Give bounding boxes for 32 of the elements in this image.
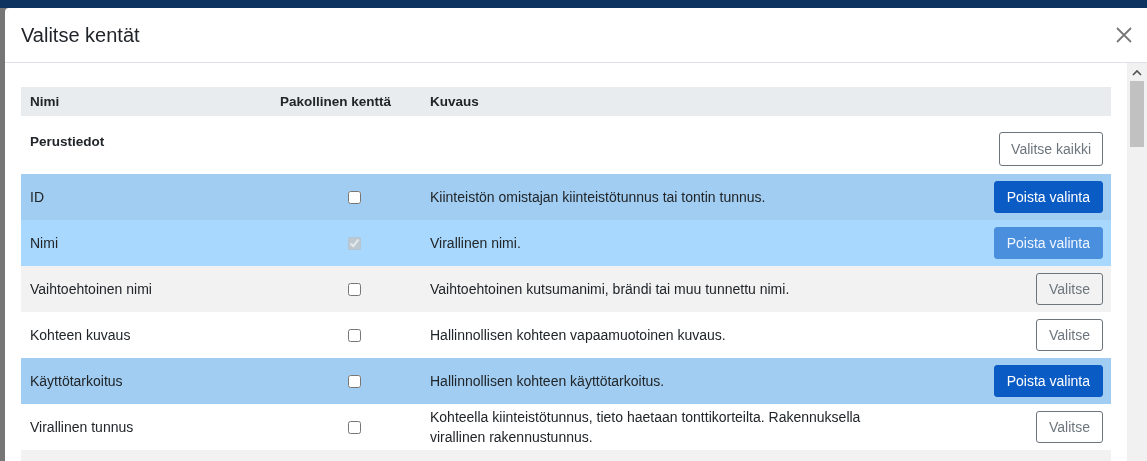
section-title: Perustiedot — [30, 134, 105, 149]
toggle-select-button[interactable]: Valitse — [1036, 319, 1103, 351]
checkbox[interactable] — [347, 190, 361, 204]
table-cell-text: Virallinen nimi. — [430, 234, 522, 253]
table-cell-text: Vaihtoehtoinen nimi — [30, 280, 153, 299]
table-cell-text: Hallinnollisen kohteen käyttötarkoitus. — [430, 372, 666, 391]
dialog-title: Valitse kentät — [21, 23, 140, 47]
toggle-select-button[interactable]: Valitse — [1036, 273, 1103, 305]
table-cell-text: Kiinteistön omistajan kiinteistötunnus tai tontin tunnus. — [430, 188, 767, 207]
column-header: Kuvaus — [430, 94, 480, 109]
close-icon[interactable] — [1115, 26, 1133, 44]
checkbox[interactable] — [347, 328, 361, 342]
table-cell-text: Kohteen kuvaus — [30, 326, 132, 345]
table-cell-text: Kohteella kiinteistötunnus, tieto haetaan tonttikorteilta. Rakennuksella virallinen rakennustunnus. — [430, 408, 862, 447]
checkbox[interactable] — [347, 282, 361, 296]
table-cell-text: Vaihtoehtoinen kutsumanimi, brändi tai muu tunnettu nimi. — [430, 280, 791, 299]
table-cell-text: Nimi — [30, 234, 59, 253]
table-cell-text: Virallinen tunnus — [30, 418, 135, 437]
toggle-select-button[interactable]: Poista valinta — [993, 365, 1103, 397]
select-all-button[interactable]: Valitse kaikki — [999, 132, 1103, 166]
table-cell-text: ID — [30, 188, 45, 207]
scroll-up-icon[interactable] — [1132, 69, 1142, 77]
column-header: Pakollinen kenttä — [280, 94, 392, 109]
table-cell-text: Hallinnollisen kohteen vapaamuotoinen kuvaus. — [430, 326, 727, 345]
toggle-select-button[interactable]: Valitse — [1036, 411, 1103, 443]
checkbox[interactable] — [347, 420, 361, 434]
scrollbar-thumb[interactable] — [1130, 81, 1144, 147]
checkbox[interactable] — [347, 374, 361, 388]
toggle-select-button[interactable]: Poista valinta — [993, 181, 1103, 213]
column-header: Nimi — [30, 94, 61, 109]
scrollbar[interactable] — [1127, 63, 1147, 461]
table-cell-text: Käyttötarkoitus — [30, 372, 124, 391]
